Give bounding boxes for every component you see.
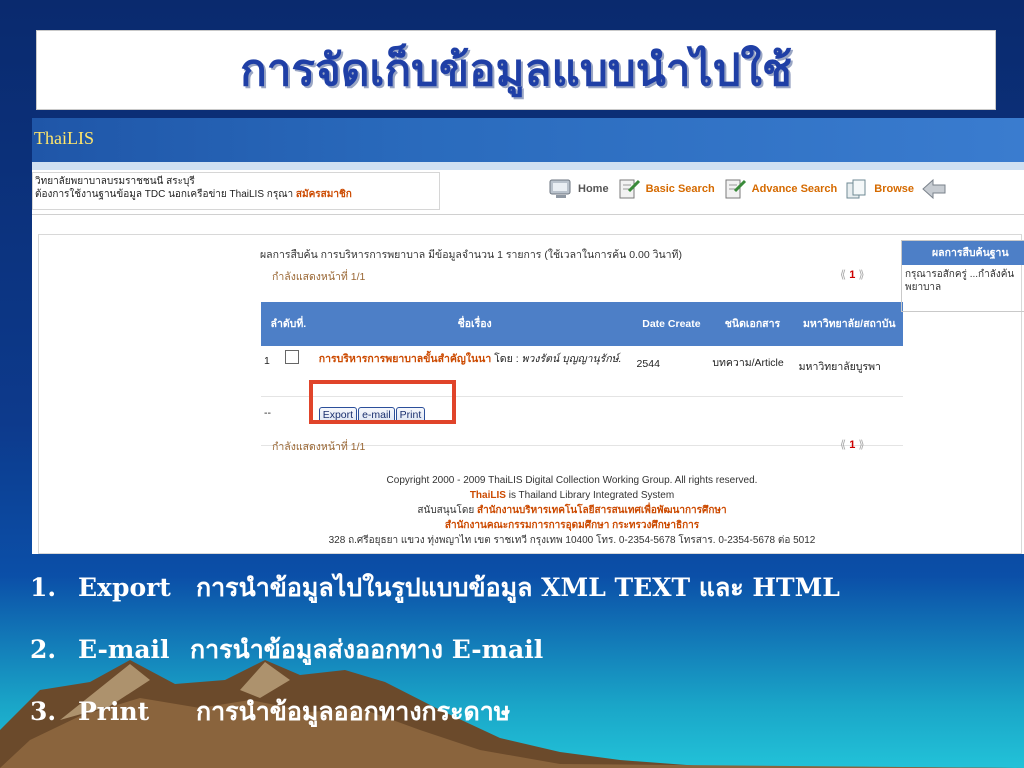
row-institution: มหาวิทยาลัยบูรพา	[795, 346, 903, 397]
nav-browse-label: Browse	[874, 183, 915, 195]
row-checkbox[interactable]	[284, 350, 299, 364]
register-link[interactable]: สมัครสมาชิก	[296, 189, 352, 200]
nav-basic-search[interactable]: Basic Search	[615, 177, 715, 201]
support-org-1-link[interactable]: สำนักงานบริหารเทคโนโลยีสารสนเทศเพื่อพัฒน…	[477, 505, 727, 516]
institution-info: วิทยาลัยพยาบาลบรมราชชนนี สระบุรี ต้องการ…	[32, 172, 440, 210]
nav-basic-search-label: Basic Search	[645, 183, 715, 195]
col-no: ลำดับที่.	[261, 302, 316, 346]
pager-bottom: ⟪ 1 ⟫	[840, 438, 865, 451]
thailis-tagline: ThaiLIS is Thailand Library Integrated S…	[469, 490, 675, 501]
highlight-box	[309, 380, 456, 424]
prev-page-icon[interactable]: ⟪	[840, 439, 846, 451]
side-panel-body: กรุณารอสักครู่ ...กำลังค้น พยาบาล	[905, 269, 1015, 293]
address: 328 ถ.ศรีอยุธยา แขวง ทุ่งพญาไท เขต ราชเท…	[328, 535, 816, 546]
support-org-2-link[interactable]: สำนักงานคณะกรรมการการอุดมศึกษา กระทรวงศึ…	[212, 518, 932, 533]
nav-browse[interactable]: Browse	[843, 177, 914, 201]
document-stack-icon	[846, 179, 866, 199]
side-panel: ผลการสืบค้นฐาน กรุณารอสักครู่ ...กำลังค้…	[901, 240, 1024, 312]
result-summary: ผลการสืบค้น การบริหารการพยาบาล มีข้อมูลจ…	[260, 249, 682, 261]
list-key: Export	[78, 573, 171, 602]
current-page-link[interactable]: 1	[849, 269, 855, 281]
monitor-icon	[549, 179, 571, 198]
list-number: 2.	[30, 635, 57, 664]
list-item: 2. E-mail การนำข้อมูลส่งออกทาง E-mail	[30, 630, 543, 670]
record-author: พวงรัตน์ บุญญานุรักษ์.	[521, 353, 622, 365]
access-note: ต้องการใช้งานฐานข้อมูล TDC นอกเครือข่าย …	[35, 189, 352, 200]
col-type: ชนิดเอกสาร	[709, 302, 796, 346]
header-bar: ThaiLIS	[32, 118, 1024, 162]
list-number: 1.	[30, 573, 57, 602]
prev-page-icon[interactable]: ⟪	[840, 269, 846, 281]
next-page-icon[interactable]: ⟫	[858, 439, 864, 451]
nav-back[interactable]	[920, 177, 948, 201]
back-arrow-icon	[922, 178, 946, 200]
institution-name: วิทยาลัยพยาบาลบรมราชชนนี สระบุรี	[35, 176, 195, 187]
list-key: Print	[78, 697, 150, 726]
page-indicator-top: กำลังแสดงหน้าที่ 1/1	[272, 271, 366, 283]
results-table: ลำดับที่. ชื่อเรื่อง Date Create ชนิดเอก…	[261, 302, 903, 446]
site-footer: Copyright 2000 - 2009 ThaiLIS Digital Co…	[212, 473, 932, 548]
list-desc: การนำข้อมูลไปในรูปแบบข้อมูล XML TEXT และ…	[196, 573, 840, 602]
next-page-icon[interactable]: ⟫	[858, 269, 864, 281]
slide-title: การจัดเก็บข้อมูลแบบนำไปใช้	[240, 45, 792, 96]
by-label: โดย :	[494, 353, 519, 365]
slide-title-box: การจัดเก็บข้อมูลแบบนำไปใช้	[36, 30, 996, 110]
thailis-screenshot: ThaiLIS วิทยาลัยพยาบาลบรมราชชนนี สระบุรี…	[32, 118, 1024, 554]
nav-home-label: Home	[578, 183, 609, 195]
current-page-link[interactable]: 1	[849, 439, 855, 451]
side-panel-title: ผลการสืบค้นฐาน	[902, 241, 1024, 265]
pager-top: ⟪ 1 ⟫	[840, 268, 865, 281]
main-nav: Home Basic Search Advance Search Browse	[547, 174, 948, 204]
list-desc: การนำข้อมูลส่งออกทาง E-mail	[190, 635, 544, 664]
support-line: สนับสนุนโดย สำนักงานบริหารเทคโนโลยีสารสน…	[417, 505, 727, 516]
nav-advance-search[interactable]: Advance Search	[721, 177, 838, 201]
list-number: 3.	[30, 697, 57, 726]
thailis-logo[interactable]: ThaiLIS	[34, 128, 94, 149]
record-title-link[interactable]: การบริหารการพยาบาลขั้นสำคัญในนา	[319, 353, 492, 365]
divider	[32, 214, 1024, 215]
page-indicator-bottom: กำลังแสดงหน้าที่ 1/1	[272, 441, 366, 453]
list-item: 1. Export การนำข้อมูลไปในรูปแบบข้อมูล XML …	[30, 568, 840, 608]
row-no: 1	[264, 355, 270, 367]
list-key: E-mail	[78, 635, 170, 664]
copyright: Copyright 2000 - 2009 ThaiLIS Digital Co…	[386, 475, 758, 486]
list-desc: การนำข้อมูลออกทางกระดาษ	[196, 697, 511, 726]
document-search-icon	[725, 179, 746, 199]
row-type: บทความ/Article	[709, 346, 796, 397]
col-date: Date Create	[633, 302, 710, 346]
col-title: ชื่อเรื่อง	[315, 302, 634, 346]
document-search-icon	[619, 179, 640, 199]
col-institution: มหาวิทยาลัย/สถาบัน	[795, 302, 903, 346]
list-item: 3. Print การนำข้อมูลออกทางกระดาษ	[30, 692, 510, 732]
nav-advance-search-label: Advance Search	[751, 183, 838, 195]
row-no-cell: 1	[261, 346, 316, 397]
row-date: 2544	[633, 346, 710, 397]
header-strip	[32, 162, 1024, 170]
nav-home[interactable]: Home	[547, 177, 609, 201]
